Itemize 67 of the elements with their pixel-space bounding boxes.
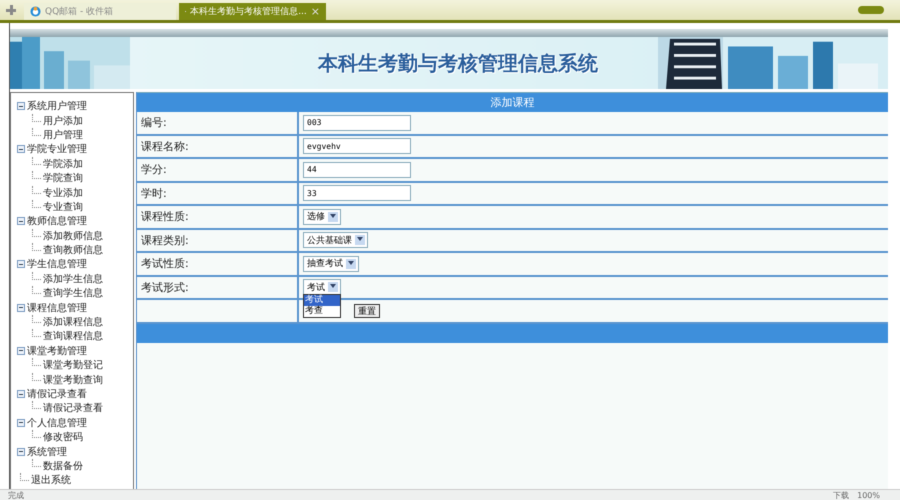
- system-title: 本科生考勤与考核管理信息系统: [316, 50, 599, 76]
- field-label: 学时:: [141, 186, 167, 201]
- tree-item[interactable]: 课堂考勤登记: [43, 358, 103, 372]
- caret-icon: [328, 282, 338, 292]
- field-label: 课程类别:: [141, 232, 189, 248]
- tree-item[interactable]: 修改密码: [43, 430, 83, 444]
- tree-item[interactable]: 请假记录查看: [43, 401, 103, 416]
- tree-item[interactable]: 教师信息管理: [27, 214, 87, 228]
- tree-item[interactable]: 专业添加: [43, 186, 83, 200]
- select-field[interactable]: 考试: [303, 279, 341, 296]
- tree-item[interactable]: 系统用户管理: [27, 99, 87, 114]
- tree-item[interactable]: 添加学生信息: [43, 272, 103, 286]
- input-field[interactable]: evgvehv: [303, 138, 411, 154]
- caret-icon: [346, 258, 356, 269]
- tree-item[interactable]: 查询课程信息: [43, 329, 103, 344]
- field-label: 编号:: [141, 115, 167, 130]
- tree-item[interactable]: 添加课程信息: [43, 315, 103, 330]
- collapse-icon[interactable]: [17, 304, 25, 312]
- browser-tab[interactable]: 本科生考勤与考核管理信息... ×: [179, 3, 326, 20]
- input-field[interactable]: 44: [303, 162, 411, 178]
- tree-item[interactable]: 数据备份: [43, 458, 83, 473]
- tree-item[interactable]: 添加教师信息: [43, 228, 103, 243]
- tree-item[interactable]: 专业查询: [43, 200, 83, 214]
- tree-item[interactable]: 学院添加: [43, 156, 83, 171]
- caret-icon: [355, 235, 365, 246]
- collapse-icon[interactable]: [17, 145, 25, 154]
- collapse-icon[interactable]: [17, 390, 25, 398]
- collapse-icon[interactable]: [17, 448, 25, 456]
- tree-item[interactable]: 学生信息管理: [27, 257, 87, 272]
- tree-item[interactable]: 个人信息管理: [27, 416, 87, 430]
- tree-item[interactable]: 课堂考勤管理: [27, 344, 87, 358]
- collapse-icon[interactable]: [17, 346, 25, 355]
- dropdown-option[interactable]: 考查: [304, 306, 340, 316]
- collapse-icon[interactable]: [17, 102, 25, 110]
- tree-item[interactable]: 请假记录查看: [27, 387, 87, 401]
- field-label: 考试形式:: [141, 280, 189, 295]
- penguin-icon: [30, 6, 41, 17]
- status-item: 100%: [857, 490, 880, 500]
- field-label: 学分:: [141, 162, 167, 178]
- collapse-icon[interactable]: [17, 418, 25, 427]
- tree-item[interactable]: 查询教师信息: [43, 243, 103, 258]
- dropdown-option[interactable]: 考试: [304, 294, 340, 306]
- field-label: 课程性质:: [141, 209, 189, 224]
- status-text: 完成: [8, 490, 24, 500]
- tree-item[interactable]: 学院专业管理: [27, 142, 87, 156]
- input-field[interactable]: 003: [303, 114, 411, 131]
- tree-item[interactable]: 学院查询: [43, 171, 83, 186]
- select-field[interactable]: 抽查考试: [303, 256, 359, 272]
- tree-item[interactable]: 查询学生信息: [43, 286, 103, 300]
- tab-scroll-icon[interactable]: [858, 6, 884, 14]
- collapse-icon[interactable]: [17, 217, 25, 226]
- field-label: 课程名称:: [141, 138, 189, 154]
- field-label: 考试性质:: [141, 256, 189, 272]
- input-field[interactable]: 33: [303, 185, 411, 202]
- select-field[interactable]: 选修: [303, 208, 341, 225]
- form-title: 添加课程: [137, 92, 888, 112]
- reset-button[interactable]: 重置: [354, 304, 380, 318]
- select-field[interactable]: 公共基础课: [303, 232, 368, 248]
- status-item: 下载: [833, 490, 850, 500]
- tree-item[interactable]: 用户管理: [43, 128, 83, 142]
- tree-item[interactable]: 课程信息管理: [27, 300, 87, 315]
- tree-item[interactable]: 退出系统: [31, 473, 71, 488]
- caret-icon: [328, 212, 338, 222]
- tree-item[interactable]: 用户添加: [43, 114, 83, 128]
- collapse-icon[interactable]: [17, 260, 25, 268]
- tree-item[interactable]: 系统管理: [27, 444, 67, 459]
- tree-item[interactable]: 课堂考勤查询: [43, 372, 103, 387]
